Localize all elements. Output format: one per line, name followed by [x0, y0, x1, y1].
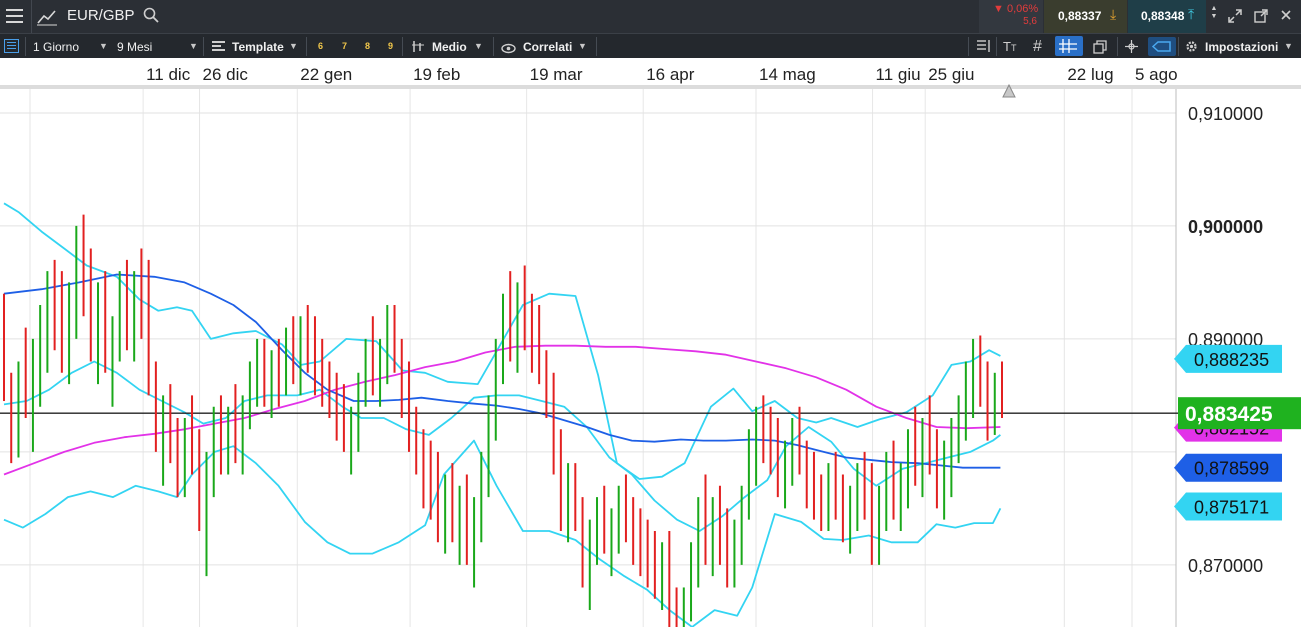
chart-type-icon[interactable] — [36, 7, 58, 27]
correlated-button[interactable]: Correlati — [523, 34, 572, 59]
text-size-icon[interactable]: TT — [1003, 39, 1016, 54]
list-icon[interactable] — [4, 39, 19, 53]
x-tick-label: 16 apr — [646, 65, 695, 84]
ma-fast-price-tag-label: 0,878599 — [1194, 459, 1269, 479]
change-pts: 5,6 — [1023, 16, 1037, 27]
x-tick-label: 11 giu — [876, 65, 921, 84]
x-axis: 11 dic 26 dic 22 gen 19 feb 19 mar 16 apr 14 m… — [0, 58, 1301, 98]
price-label-icon[interactable] — [1148, 37, 1176, 56]
range-caret-icon[interactable]: ▼ — [189, 34, 198, 59]
scroll-arrows-icon[interactable]: ▲ ▼ — [1210, 5, 1218, 29]
align-icon[interactable] — [976, 39, 991, 53]
correlated-caret-icon[interactable]: ▼ — [578, 34, 587, 59]
range-value: 9 Mesi — [117, 39, 153, 54]
sell-button[interactable]: 0,88337 ⤓ — [1044, 0, 1127, 33]
buy-button[interactable]: 0,88348 ⤒ — [1128, 0, 1206, 33]
bollinger-lower-price-tag-label: 0,875171 — [1194, 497, 1269, 517]
x-tick-label: 22 lug — [1067, 65, 1113, 84]
grid-icon[interactable]: # — [1033, 38, 1042, 56]
change-pct-row: ▼ 0,06% — [993, 3, 1038, 15]
close-icon[interactable] — [1279, 8, 1293, 22]
x-tick-label: 19 feb — [413, 65, 460, 84]
x-tick-label: 22 gen — [300, 65, 352, 84]
x-tick-label: 26 dic — [203, 65, 249, 84]
interval-caret-icon[interactable]: ▼ — [99, 34, 108, 59]
x-tick-label: 5 ago — [1135, 65, 1178, 84]
settings-caret-icon[interactable]: ▼ — [1284, 34, 1293, 59]
y-tick-label: 0,900000 — [1188, 217, 1263, 237]
y-tick-label: 0,870000 — [1188, 556, 1263, 576]
crosshair-icon[interactable] — [1124, 39, 1139, 54]
interval-select[interactable]: 1 Giorno — [33, 34, 79, 59]
layers-icon[interactable] — [1093, 39, 1108, 54]
change-pct: 0,06% — [1006, 3, 1039, 15]
bollinger-lower-price-tag: 0,875171 — [1174, 492, 1282, 521]
current-price-tag: 0,883425 — [1178, 397, 1301, 430]
average-button[interactable]: Medio — [432, 34, 467, 59]
preset-9[interactable]: 9 — [384, 40, 397, 53]
average-icon[interactable] — [410, 39, 426, 54]
menu-icon[interactable] — [6, 9, 23, 23]
change-box: ▼ 0,06% 5,6 — [979, 0, 1043, 33]
fullscreen-icon[interactable] — [1227, 8, 1243, 24]
y-tick-label: 0,910000 — [1188, 104, 1263, 124]
popout-icon[interactable] — [1253, 8, 1269, 24]
preset-6[interactable]: 6 — [314, 40, 327, 53]
bid-price: 0,88337 — [1058, 9, 1102, 23]
x-tick-label: 14 mag — [759, 65, 816, 84]
price-tags: 0,8821520,8882350,8785990,8751710,883425 — [1174, 344, 1301, 521]
top-bar: EUR/GBP ▼ 0,06% 5,6 0,88337 ⤓ 0,88348 ⤒ … — [0, 0, 1301, 33]
settings-button[interactable]: Impostazioni — [1205, 34, 1278, 59]
average-caret-icon[interactable]: ▼ — [474, 34, 483, 59]
indicator-lines — [0, 202, 1182, 627]
crosshair-grid-icon[interactable] — [1055, 36, 1083, 56]
x-axis-divider — [0, 85, 1301, 89]
preset-8[interactable]: 8 — [361, 40, 374, 53]
down-arrow-icon: ▼ — [993, 3, 1004, 15]
search-icon[interactable] — [143, 7, 159, 23]
template-button[interactable]: Template — [232, 34, 284, 59]
price-chart[interactable]: 11 dic 26 dic 22 gen 19 feb 19 mar 16 apr 14 m… — [0, 58, 1301, 627]
ask-price: 0,88348 — [1141, 9, 1185, 23]
bollinger-upper-price-tag: 0,888235 — [1174, 344, 1282, 373]
preset-7[interactable]: 7 — [338, 40, 351, 53]
ma-fast-price-tag: 0,878599 — [1174, 453, 1282, 482]
interval-value: 1 Giorno — [33, 39, 80, 54]
template-caret-icon[interactable]: ▼ — [289, 34, 298, 59]
x-tick-label: 19 mar — [530, 65, 583, 84]
bollinger-upper-price-tag-label: 0,888235 — [1194, 350, 1269, 370]
x-tick-label: 25 giu — [928, 65, 974, 84]
range-select[interactable]: 9 Mesi — [117, 34, 152, 59]
eye-icon[interactable] — [501, 41, 516, 54]
buy-arrow-icon: ⤒ — [1188, 6, 1195, 22]
x-tick-label: 11 dic — [146, 65, 191, 84]
sell-arrow-icon: ⤓ — [1110, 6, 1117, 22]
chart-toolbar: 1 Giorno ▼ 9 Mesi ▼ Template ▼ 6 7 8 9 M… — [0, 33, 1301, 58]
symbol-name[interactable]: EUR/GBP — [67, 7, 135, 24]
current-price-label: 0,883425 — [1185, 403, 1273, 426]
gear-icon[interactable] — [1184, 39, 1199, 54]
template-icon[interactable] — [212, 41, 225, 52]
